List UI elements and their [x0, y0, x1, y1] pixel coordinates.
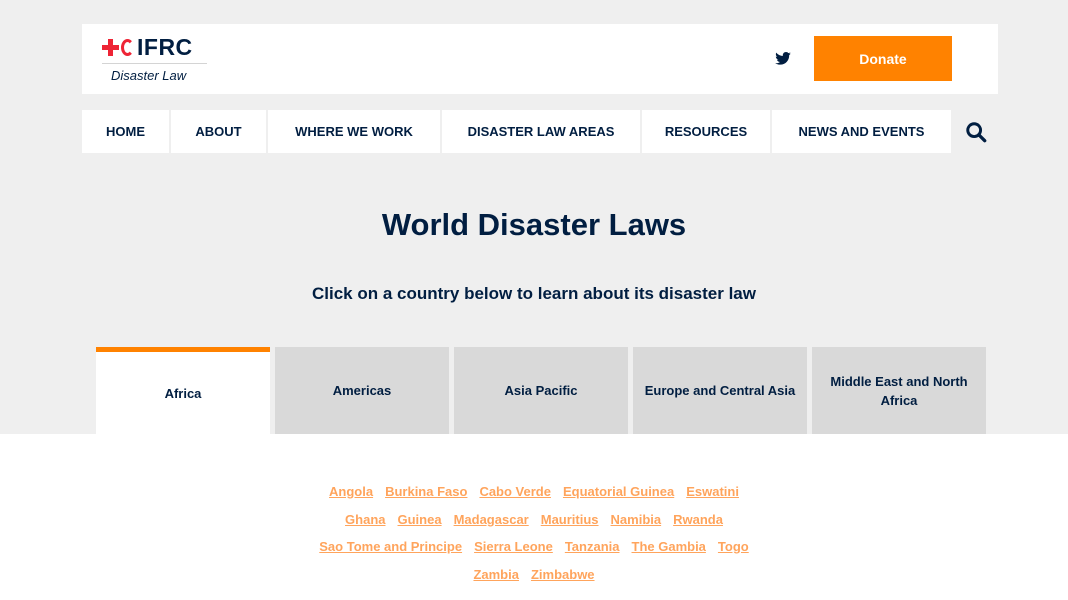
search-icon[interactable]	[965, 121, 987, 143]
country-link-rwanda[interactable]: Rwanda	[673, 512, 723, 527]
site-header: IFRC Disaster Law Donate	[82, 24, 998, 94]
nav-news-and-events[interactable]: NEWS AND EVENTS	[772, 110, 951, 153]
logo-subtitle: Disaster Law	[111, 68, 187, 83]
logo-divider	[102, 63, 207, 64]
country-link-cabo-verde[interactable]: Cabo Verde	[479, 484, 551, 499]
page-subtitle: Click on a country below to learn about …	[312, 284, 756, 303]
country-link-sierra-leone[interactable]: Sierra Leone	[474, 539, 553, 554]
country-row: Zambia Zimbabwe	[284, 561, 784, 589]
region-tabs: Africa Americas Asia Pacific Europe and …	[96, 347, 991, 434]
country-row: Sao Tome and Principe Sierra Leone Tanzani…	[284, 533, 784, 561]
nav-home[interactable]: HOME	[82, 110, 169, 153]
nav-where-we-work[interactable]: WHERE WE WORK	[268, 110, 440, 153]
red-cross-icon	[102, 38, 119, 56]
country-link-the-gambia[interactable]: The Gambia	[632, 539, 706, 554]
country-row: Ghana Guinea Madagascar Mauritius Namibia Rwa…	[284, 506, 784, 534]
country-panel: Angola Burkina Faso Cabo Verde Equatorial G…	[0, 434, 1068, 600]
country-link-togo[interactable]: Togo	[718, 539, 749, 554]
country-link-zimbabwe[interactable]: Zimbabwe	[531, 567, 595, 582]
country-link-sao-tome-and-principe[interactable]: Sao Tome and Principe	[319, 539, 462, 554]
nav-about[interactable]: ABOUT	[171, 110, 266, 153]
tab-americas[interactable]: Americas	[275, 347, 449, 434]
country-link-tanzania[interactable]: Tanzania	[565, 539, 620, 554]
country-link-equatorial-guinea[interactable]: Equatorial Guinea	[563, 484, 674, 499]
country-link-ghana[interactable]: Ghana	[345, 512, 385, 527]
tab-africa[interactable]: Africa	[96, 347, 270, 434]
country-row: Angola Burkina Faso Cabo Verde Equatorial G…	[284, 478, 784, 506]
ifrc-logo[interactable]: IFRC Disaster Law	[102, 34, 212, 84]
nav-resources[interactable]: RESOURCES	[642, 110, 770, 153]
logo-text: IFRC	[137, 34, 193, 60]
country-link-burkina-faso[interactable]: Burkina Faso	[385, 484, 467, 499]
nav-disaster-law-areas[interactable]: DISASTER LAW AREAS	[442, 110, 640, 153]
country-link-namibia[interactable]: Namibia	[611, 512, 662, 527]
country-link-zambia[interactable]: Zambia	[473, 567, 519, 582]
country-link-eswatini[interactable]: Eswatini	[686, 484, 739, 499]
tab-middle-east-north-africa[interactable]: Middle East and North Africa	[812, 347, 986, 434]
twitter-icon[interactable]	[775, 52, 791, 65]
country-link-angola[interactable]: Angola	[329, 484, 373, 499]
country-link-mauritius[interactable]: Mauritius	[541, 512, 599, 527]
donate-button[interactable]: Donate	[814, 36, 952, 81]
country-link-madagascar[interactable]: Madagascar	[454, 512, 529, 527]
main-nav: HOME ABOUT WHERE WE WORK DISASTER LAW AR…	[82, 110, 953, 153]
country-link-guinea[interactable]: Guinea	[398, 512, 442, 527]
red-crescent-icon	[121, 38, 134, 56]
tab-europe-central-asia[interactable]: Europe and Central Asia	[633, 347, 807, 434]
tab-asia-pacific[interactable]: Asia Pacific	[454, 347, 628, 434]
country-list: Angola Burkina Faso Cabo Verde Equatorial G…	[284, 478, 784, 588]
page-title: World Disaster Laws	[381, 207, 687, 242]
